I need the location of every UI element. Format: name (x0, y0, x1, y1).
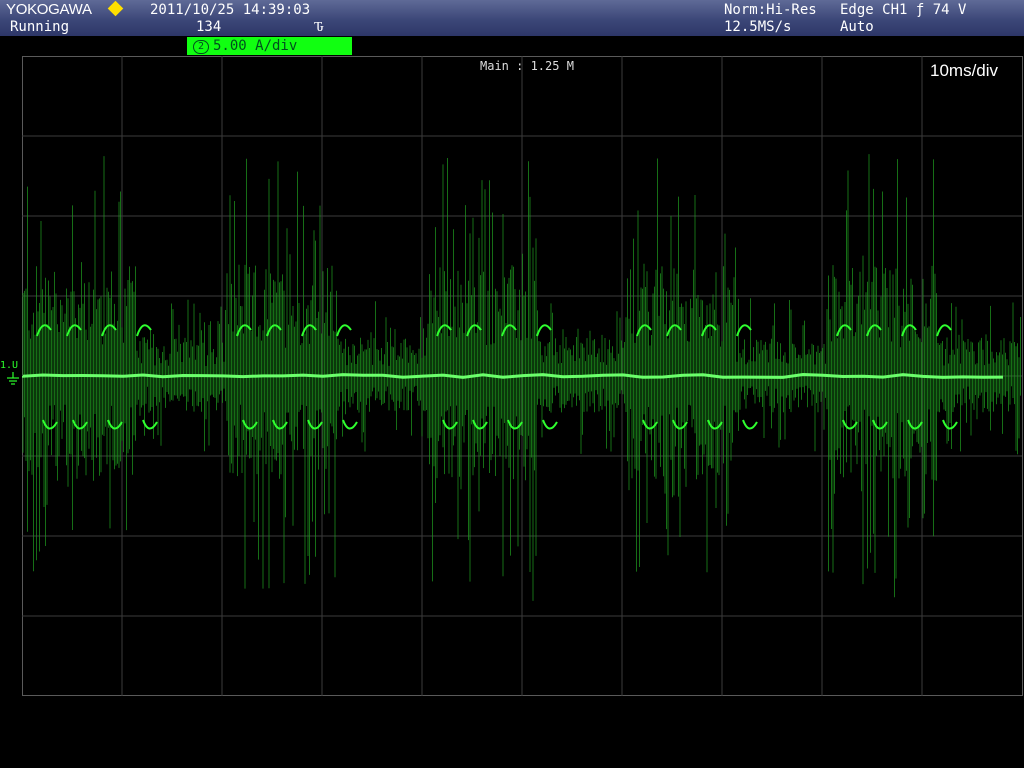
channel-scale-badge[interactable]: 2 5.00 A/div (187, 37, 352, 55)
status-bar: YOKOGAWA 2011/10/25 14:39:03 Running 134… (0, 0, 1024, 36)
acquisition-mode: Norm:Hi-Res (724, 2, 817, 18)
sample-rate: 12.5MS/s (724, 19, 792, 35)
memory-length: Main : 1.25 M (480, 59, 574, 73)
brand-logo: YOKOGAWA (6, 1, 92, 18)
trigger-setting: Edge CH1 ƒ 74 V (840, 2, 967, 18)
timebase: 10ms/div (930, 61, 999, 80)
run-status: Running (10, 19, 70, 35)
acquisition-count: 134 (196, 19, 222, 35)
ground-icon (7, 372, 19, 385)
trigger-mode: Auto (840, 19, 874, 35)
yokogawa-diamond-icon (107, 0, 124, 17)
trigger-position-icon: Ԏ (314, 19, 324, 35)
datetime: 2011/10/25 14:39:03 (150, 2, 311, 18)
waveform-display (22, 56, 1023, 696)
channel-scale: 5.00 A/div (213, 38, 298, 54)
channel-number: 2 (193, 40, 209, 54)
channel-marker: 1.U (0, 360, 19, 371)
